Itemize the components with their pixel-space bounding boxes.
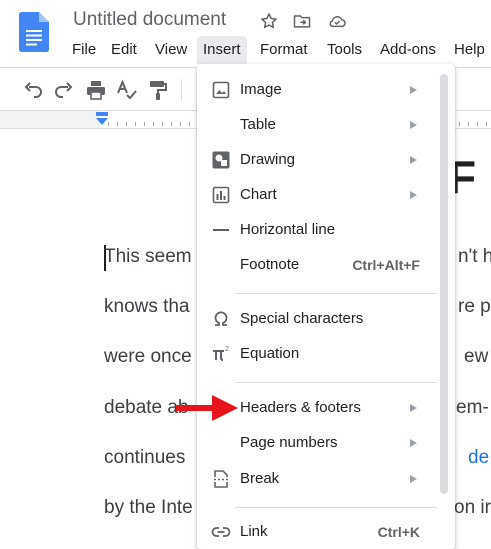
insert-menu-equation[interactable]: 2 Equation <box>197 337 455 371</box>
menu-edit[interactable]: Edit <box>105 36 143 64</box>
doc-line-right: n't h <box>458 246 491 267</box>
menu-file[interactable]: File <box>66 36 102 64</box>
document-title[interactable]: Untitled document <box>73 9 226 31</box>
doc-line-right: em- <box>456 397 489 418</box>
insert-menu-label: Link <box>240 523 268 540</box>
insert-menu-label: Footnote <box>240 256 300 273</box>
insert-menu-label: Image <box>240 81 282 98</box>
submenu-arrow-icon <box>410 475 417 483</box>
doc-line-right: on ir <box>454 497 491 518</box>
move-to-folder-icon[interactable] <box>291 11 313 31</box>
insert-menu-label: Table <box>240 116 276 133</box>
insert-menu-label: Horizontal line <box>240 221 336 238</box>
insert-menu-break[interactable]: Break <box>197 462 455 496</box>
submenu-arrow-icon <box>410 86 417 94</box>
submenu-arrow-icon <box>410 404 417 412</box>
menu-add-ons[interactable]: Add-ons <box>374 36 442 64</box>
insert-menu-horizontal-line[interactable]: Horizontal line <box>197 213 455 247</box>
menu-scrollbar[interactable] <box>440 74 448 494</box>
doc-line-left: knows tha <box>104 296 190 317</box>
doc-line-right: re pl <box>458 296 491 317</box>
insert-menu-chart[interactable]: Chart <box>197 178 455 212</box>
insert-menu-label: Special characters <box>240 310 364 327</box>
image-icon <box>212 81 230 99</box>
cloud-saved-icon[interactable] <box>326 11 348 31</box>
doc-line-left: continues <box>104 447 186 468</box>
submenu-arrow-icon <box>410 439 417 447</box>
google-docs-logo-icon[interactable] <box>19 12 49 52</box>
horizontal-line-icon <box>213 229 229 231</box>
svg-text:2: 2 <box>225 346 229 353</box>
doc-line-left: were once <box>104 346 192 367</box>
redo-icon[interactable] <box>52 78 76 102</box>
insert-menu-footnote[interactable]: Footnote Ctrl+Alt+F <box>197 248 455 282</box>
toolbar-separator <box>181 79 182 101</box>
menu-divider <box>235 293 437 294</box>
ruler-margin <box>0 111 100 128</box>
doc-line-left: by the Inte <box>104 497 193 518</box>
pi-icon: 2 <box>213 346 229 361</box>
indent-marker-icon[interactable] <box>95 112 109 126</box>
red-arrow-annotation-icon <box>176 395 238 421</box>
app-header: Untitled document File Edit View Insert … <box>0 0 491 68</box>
link-icon <box>211 527 231 537</box>
insert-menu-label: Drawing <box>240 151 296 168</box>
break-icon <box>214 470 228 488</box>
shortcut-label: Ctrl+Alt+F <box>352 257 420 273</box>
menu-help[interactable]: Help <box>448 36 491 64</box>
insert-menu-page-numbers[interactable]: Page numbers <box>197 426 455 460</box>
submenu-arrow-icon <box>410 156 417 164</box>
insert-menu-dropdown: Image Table Drawing Chart Horizontal lin… <box>197 64 455 549</box>
menu-view[interactable]: View <box>149 36 193 64</box>
insert-menu-link[interactable]: Link Ctrl+K <box>197 515 455 549</box>
paint-format-icon[interactable] <box>146 78 170 102</box>
star-icon[interactable] <box>258 11 280 31</box>
menu-divider <box>235 507 437 508</box>
omega-icon <box>214 311 228 326</box>
insert-menu-label: Page numbers <box>240 434 338 451</box>
doc-link[interactable]: de <box>468 447 489 469</box>
doc-line-left: This seem <box>104 246 192 267</box>
spellcheck-icon[interactable] <box>115 78 139 102</box>
insert-menu-special-characters[interactable]: Special characters <box>197 302 455 336</box>
insert-menu-label: Equation <box>240 345 300 362</box>
submenu-arrow-icon <box>410 121 417 129</box>
doc-line-right: ew c <box>464 346 491 367</box>
menu-divider <box>235 382 437 383</box>
insert-menu-image[interactable]: Image <box>197 73 455 107</box>
insert-menu-label: Chart <box>240 186 277 203</box>
menu-insert[interactable]: Insert <box>197 36 247 64</box>
menu-format[interactable]: Format <box>254 36 314 64</box>
insert-menu-drawing[interactable]: Drawing <box>197 143 455 177</box>
insert-menu-table[interactable]: Table <box>197 108 455 142</box>
undo-icon[interactable] <box>21 78 45 102</box>
insert-menu-label: Headers & footers <box>240 399 361 416</box>
drawing-icon <box>212 151 230 169</box>
insert-menu-label: Break <box>240 470 280 487</box>
shortcut-label: Ctrl+K <box>377 524 420 540</box>
menu-tools[interactable]: Tools <box>321 36 368 64</box>
print-icon[interactable] <box>84 78 108 102</box>
chart-icon <box>212 186 230 204</box>
submenu-arrow-icon <box>410 191 417 199</box>
